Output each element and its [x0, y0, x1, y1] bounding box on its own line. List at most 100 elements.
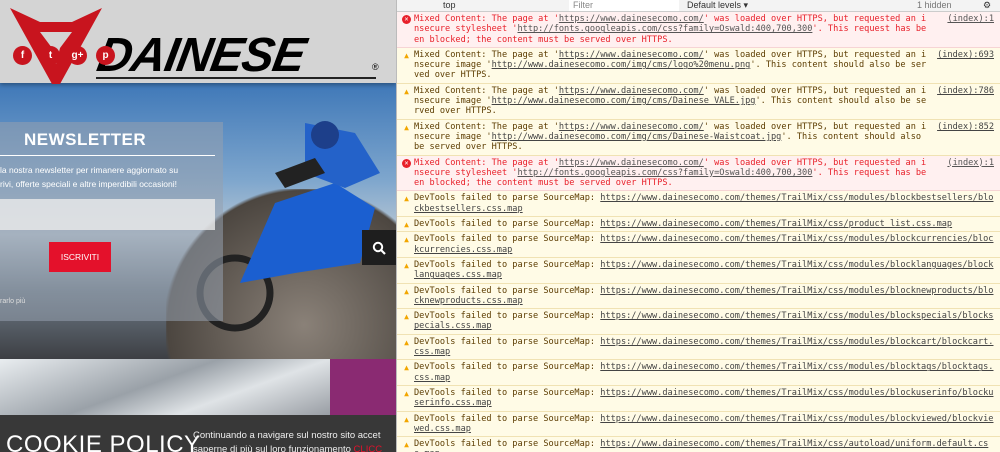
- console-warning-message: ▲ Mixed Content: The page at 'https://www…: [397, 83, 1000, 120]
- source-location-link[interactable]: (index):693: [937, 50, 994, 60]
- sourcemap-url-link[interactable]: https://www.dainesecomo.com/themes/Trail…: [600, 219, 952, 229]
- resource-url-link[interactable]: http://www.dainesecomo.com/img/cms/Daine…: [492, 96, 756, 106]
- warning-icon: ▲: [404, 440, 409, 450]
- message-text: DevTools failed to parse SourceMap:: [414, 336, 601, 347]
- source-location-link[interactable]: (index):786: [937, 86, 994, 96]
- message-text: DevTools failed to parse SourceMap:: [414, 259, 601, 270]
- google-plus-icon[interactable]: g+: [68, 46, 87, 65]
- page-url-link[interactable]: https://www.dainesecomo.com/: [559, 86, 704, 96]
- hidden-count: 1 hidden: [917, 0, 952, 10]
- twitter-icon[interactable]: t: [41, 46, 60, 65]
- search-button[interactable]: [362, 230, 396, 265]
- message-text: DevTools failed to parse SourceMap:: [414, 387, 601, 398]
- cookie-more-link[interactable]: CLICC: [354, 444, 383, 452]
- source-location-link[interactable]: (index):1: [947, 14, 994, 24]
- warning-icon: ▲: [404, 337, 409, 347]
- page-url-link[interactable]: https://www.dainesecomo.com/: [559, 158, 704, 168]
- warning-icon: ▲: [404, 50, 409, 60]
- wordmark-underline: [96, 77, 376, 79]
- page-url-link[interactable]: https://www.dainesecomo.com/: [559, 14, 704, 24]
- newsletter-title: NEWSLETTER: [24, 130, 147, 149]
- hero-banner: NEWSLETTER la nostra newsletter per rima…: [0, 83, 396, 359]
- newsletter-panel: NEWSLETTER la nostra newsletter per rima…: [0, 122, 223, 321]
- newsletter-footnote: rarlo più: [0, 298, 26, 305]
- pinterest-icon[interactable]: p: [96, 46, 115, 65]
- warning-icon: ▲: [404, 388, 409, 398]
- facebook-icon[interactable]: f: [13, 46, 32, 65]
- console-toolbar: top Filter Default levels ▾ 1 hidden ⚙: [397, 0, 1000, 12]
- console-warning-message: ▲ DevTools failed to parse SourceMap: htt…: [397, 437, 1000, 452]
- message-text: DevTools failed to parse SourceMap:: [414, 362, 601, 373]
- console-error-message: ✕ Mixed Content: The page at 'https://www…: [397, 155, 1000, 192]
- console-messages: ✕ Mixed Content: The page at 'https://www…: [397, 12, 1000, 452]
- warning-icon: ▲: [404, 194, 409, 204]
- devtools-console: top Filter Default levels ▾ 1 hidden ⚙ ✕…: [396, 0, 1000, 452]
- message-text: DevTools failed to parse SourceMap:: [414, 234, 601, 245]
- cookie-text-line: saperne di più sul loro funzionamento: [193, 444, 354, 452]
- newsletter-text-line: rivi, offerte speciali e altre imperdibi…: [0, 179, 178, 189]
- warning-icon: ▲: [404, 414, 409, 424]
- console-error-message: ✕ Mixed Content: The page at 'https://www…: [397, 12, 1000, 48]
- message-text: DevTools failed to parse SourceMap:: [414, 413, 601, 424]
- search-icon: [372, 241, 386, 255]
- console-filter-input[interactable]: Filter: [569, 0, 679, 11]
- subscribe-button[interactable]: ISCRIVITI: [49, 242, 111, 272]
- message-text: Mixed Content: The page at ': [414, 121, 559, 132]
- snow-mountain-banner: [0, 359, 396, 415]
- warning-icon: ▲: [404, 86, 409, 96]
- website-viewport: DAINESE ® f t g+ p NEWSLETTER la nostra …: [0, 0, 396, 452]
- warning-icon: ▲: [404, 286, 409, 296]
- message-text: Mixed Content: The page at ': [414, 85, 559, 96]
- newsletter-divider: [0, 155, 215, 156]
- warning-icon: ▲: [404, 122, 409, 132]
- source-location-link[interactable]: (index):852: [937, 122, 994, 132]
- newsletter-email-input[interactable]: [0, 199, 215, 230]
- console-warning-message: ▲ DevTools failed to parse SourceMap: htt…: [397, 257, 1000, 284]
- settings-gear-icon[interactable]: ⚙: [983, 0, 991, 11]
- resource-url-link[interactable]: http://www.dainesecomo.com/img/cms/logo%…: [492, 60, 751, 70]
- error-icon: ✕: [402, 158, 411, 168]
- message-text: DevTools failed to parse SourceMap:: [414, 285, 601, 296]
- console-warning-message: ▲ DevTools failed to parse SourceMap: htt…: [397, 191, 1000, 218]
- page-url-link[interactable]: https://www.dainesecomo.com/: [559, 122, 704, 132]
- context-selector[interactable]: top: [443, 0, 456, 11]
- message-text: DevTools failed to parse SourceMap:: [414, 439, 601, 450]
- log-levels-dropdown[interactable]: Default levels ▾: [687, 0, 748, 11]
- message-text: DevTools failed to parse SourceMap:: [414, 193, 601, 204]
- console-warning-message: ▲ Mixed Content: The page at 'https://www…: [397, 119, 1000, 156]
- error-icon: ✕: [402, 15, 411, 24]
- console-warning-message: ▲ DevTools failed to parse SourceMap: htt…: [397, 217, 1000, 233]
- console-warning-message: ▲ DevTools failed to parse SourceMap: htt…: [397, 232, 1000, 258]
- console-warning-message: ▲ DevTools failed to parse SourceMap: htt…: [397, 283, 1000, 310]
- cookie-banner: COOKIE POLICY Continuando a navigare sul…: [0, 415, 396, 452]
- registered-icon: ®: [372, 62, 379, 72]
- warning-icon: ▲: [404, 260, 409, 270]
- message-text: Mixed Content: The page at ': [414, 14, 559, 24]
- console-warning-message: ▲ DevTools failed to parse SourceMap: htt…: [397, 360, 1000, 386]
- message-text: DevTools failed to parse SourceMap:: [414, 219, 601, 230]
- newsletter-text-line: la nostra newsletter per rimanere aggior…: [0, 165, 179, 175]
- console-warning-message: ▲ Mixed Content: The page at 'https://www…: [397, 47, 1000, 84]
- warning-icon: ▲: [404, 220, 409, 230]
- console-warning-message: ▲ DevTools failed to parse SourceMap: htt…: [397, 411, 1000, 438]
- cookie-text-line: Continuando a navigare sul nostro sito a…: [193, 430, 381, 441]
- message-text: Mixed Content: The page at ': [414, 157, 559, 168]
- console-warning-message: ▲ DevTools failed to parse SourceMap: htt…: [397, 309, 1000, 335]
- page-url-link[interactable]: https://www.dainesecomo.com/: [559, 50, 704, 60]
- warning-icon: ▲: [404, 363, 409, 373]
- resource-url-link[interactable]: http://www.dainesecomo.com/img/cms/Daine…: [492, 132, 782, 142]
- cookie-title: COOKIE POLICY: [6, 431, 201, 452]
- site-header: DAINESE ® f t g+ p: [0, 0, 396, 84]
- message-text: Mixed Content: The page at ': [414, 49, 559, 60]
- resource-url-link[interactable]: http://fonts.googleapis.com/css?family=O…: [517, 168, 812, 178]
- jacket-image: [330, 359, 396, 415]
- source-location-link[interactable]: (index):1: [947, 158, 994, 168]
- resource-url-link[interactable]: http://fonts.googleapis.com/css?family=O…: [517, 24, 812, 34]
- warning-icon: ▲: [404, 312, 409, 322]
- brand-wordmark[interactable]: DAINESE: [93, 28, 309, 83]
- message-text: DevTools failed to parse SourceMap:: [414, 311, 601, 322]
- warning-icon: ▲: [404, 235, 409, 245]
- console-warning-message: ▲ DevTools failed to parse SourceMap: htt…: [397, 334, 1000, 361]
- cookie-text: Continuando a navigare sul nostro sito a…: [193, 429, 382, 452]
- console-warning-message: ▲ DevTools failed to parse SourceMap: htt…: [397, 385, 1000, 412]
